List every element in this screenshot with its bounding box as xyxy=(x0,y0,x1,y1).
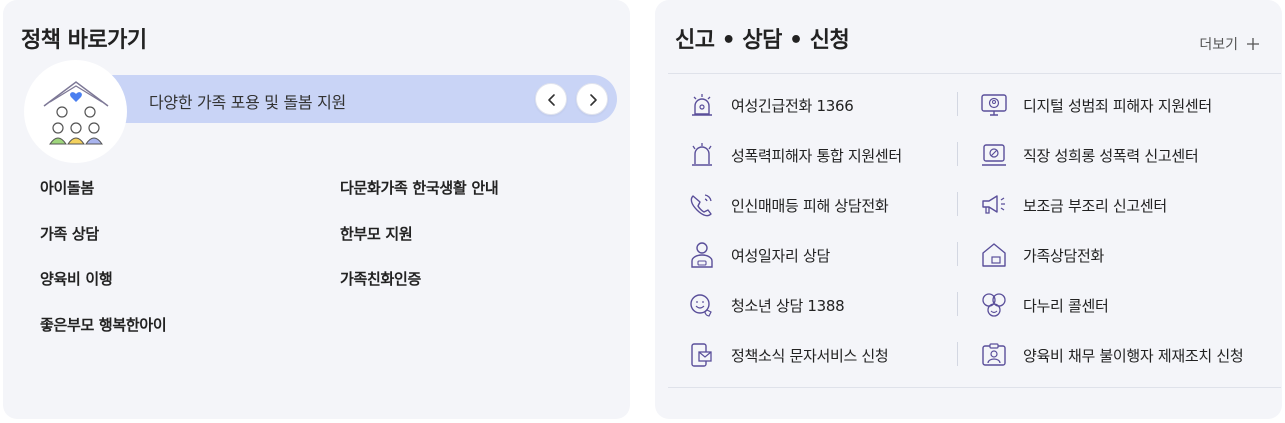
policy-link[interactable]: 아이돌봄 xyxy=(40,177,94,198)
policy-link[interactable]: 가족친화인증 xyxy=(340,268,421,289)
policy-link[interactable]: 양육비 이행 xyxy=(40,268,113,289)
more-label: 더보기 xyxy=(1199,37,1238,53)
chevron-right-icon xyxy=(590,94,597,106)
service-label: 정책소식 문자서비스 신청 xyxy=(731,346,889,365)
chevron-left-icon xyxy=(548,94,555,106)
service-label: 여성긴급전화 1366 xyxy=(731,96,854,115)
service-item[interactable]: 청소년 상담 1388 xyxy=(687,280,845,330)
category-banner: 다양한 가족 포용 및 돌봄 지원 xyxy=(101,75,617,123)
column-separator xyxy=(957,342,958,366)
column-separator xyxy=(957,92,958,116)
policy-link[interactable]: 다문화가족 한국생활 안내 xyxy=(340,177,499,198)
services-panel: 신고 • 상담 • 신청 더보기 여성긴급전화 1366 디지털 성범죄 피해자… xyxy=(655,0,1282,419)
service-item[interactable]: 양육비 채무 불이행자 제재조치 신청 xyxy=(979,330,1244,380)
column-separator xyxy=(957,292,958,316)
policy-panel-title: 정책 바로가기 xyxy=(21,28,147,53)
column-separator xyxy=(957,192,958,216)
home-icon xyxy=(979,240,1009,270)
policy-shortcut-panel: 정책 바로가기 다양한 가족 포용 및 돌봄 지원 아이돌봄 다문화가족 한국생… xyxy=(3,0,630,419)
service-item[interactable]: 성폭력피해자 통합 지원센터 xyxy=(687,130,902,180)
id-card-icon xyxy=(979,340,1009,370)
policy-link[interactable]: 가족 상담 xyxy=(40,223,99,244)
message-icon xyxy=(687,340,717,370)
faces-icon xyxy=(979,290,1009,320)
divider xyxy=(668,73,1281,74)
policy-link[interactable]: 좋은부모 행복한아이 xyxy=(40,314,167,335)
phone-call-icon xyxy=(687,190,717,220)
column-separator xyxy=(957,142,958,166)
service-item[interactable]: 다누리 콜센터 xyxy=(979,280,1109,330)
next-button[interactable] xyxy=(576,83,608,115)
service-item[interactable]: 정책소식 문자서비스 신청 xyxy=(687,330,889,380)
service-label: 가족상담전화 xyxy=(1023,246,1105,265)
service-item[interactable]: 인신매매등 피해 상담전화 xyxy=(687,180,889,230)
service-label: 직장 성희롱 성폭력 신고센터 xyxy=(1023,146,1199,165)
service-label: 청소년 상담 1388 xyxy=(731,296,845,315)
family-house-icon xyxy=(43,81,109,145)
service-item[interactable]: 여성일자리 상담 xyxy=(687,230,830,280)
prev-button[interactable] xyxy=(535,83,567,115)
category-icon-badge xyxy=(24,60,127,163)
service-item[interactable]: 여성긴급전화 1366 xyxy=(687,80,854,130)
divider xyxy=(668,387,1281,388)
alarm-bell-icon xyxy=(687,140,717,170)
plus-icon xyxy=(1247,38,1259,50)
service-item[interactable]: 가족상담전화 xyxy=(979,230,1104,280)
service-item[interactable]: 보조금 부조리 신고센터 xyxy=(979,180,1167,230)
column-separator xyxy=(957,242,958,266)
worker-icon xyxy=(687,240,717,270)
service-label: 보조금 부조리 신고센터 xyxy=(1023,196,1167,215)
monitor-icon xyxy=(979,90,1009,120)
service-label: 여성일자리 상담 xyxy=(731,246,830,265)
megaphone-icon xyxy=(979,190,1009,220)
service-item[interactable]: 디지털 성범죄 피해자 지원센터 xyxy=(979,80,1212,130)
policy-link[interactable]: 한부모 지원 xyxy=(340,223,413,244)
service-item[interactable]: 직장 성희롱 성폭력 신고센터 xyxy=(979,130,1199,180)
category-label: 다양한 가족 포용 및 돌봄 지원 xyxy=(149,93,346,112)
more-link[interactable]: 더보기 xyxy=(1199,34,1260,54)
service-label: 인신매매등 피해 상담전화 xyxy=(731,196,889,215)
services-panel-title: 신고 • 상담 • 신청 xyxy=(675,28,850,53)
service-label: 성폭력피해자 통합 지원센터 xyxy=(731,146,902,165)
service-label: 다누리 콜센터 xyxy=(1023,296,1109,315)
service-label: 양육비 채무 불이행자 제재조치 신청 xyxy=(1023,346,1244,365)
service-label: 디지털 성범죄 피해자 지원센터 xyxy=(1023,96,1212,115)
report-board-icon xyxy=(979,140,1009,170)
siren-icon xyxy=(687,90,717,120)
smile-phone-icon xyxy=(687,290,717,320)
